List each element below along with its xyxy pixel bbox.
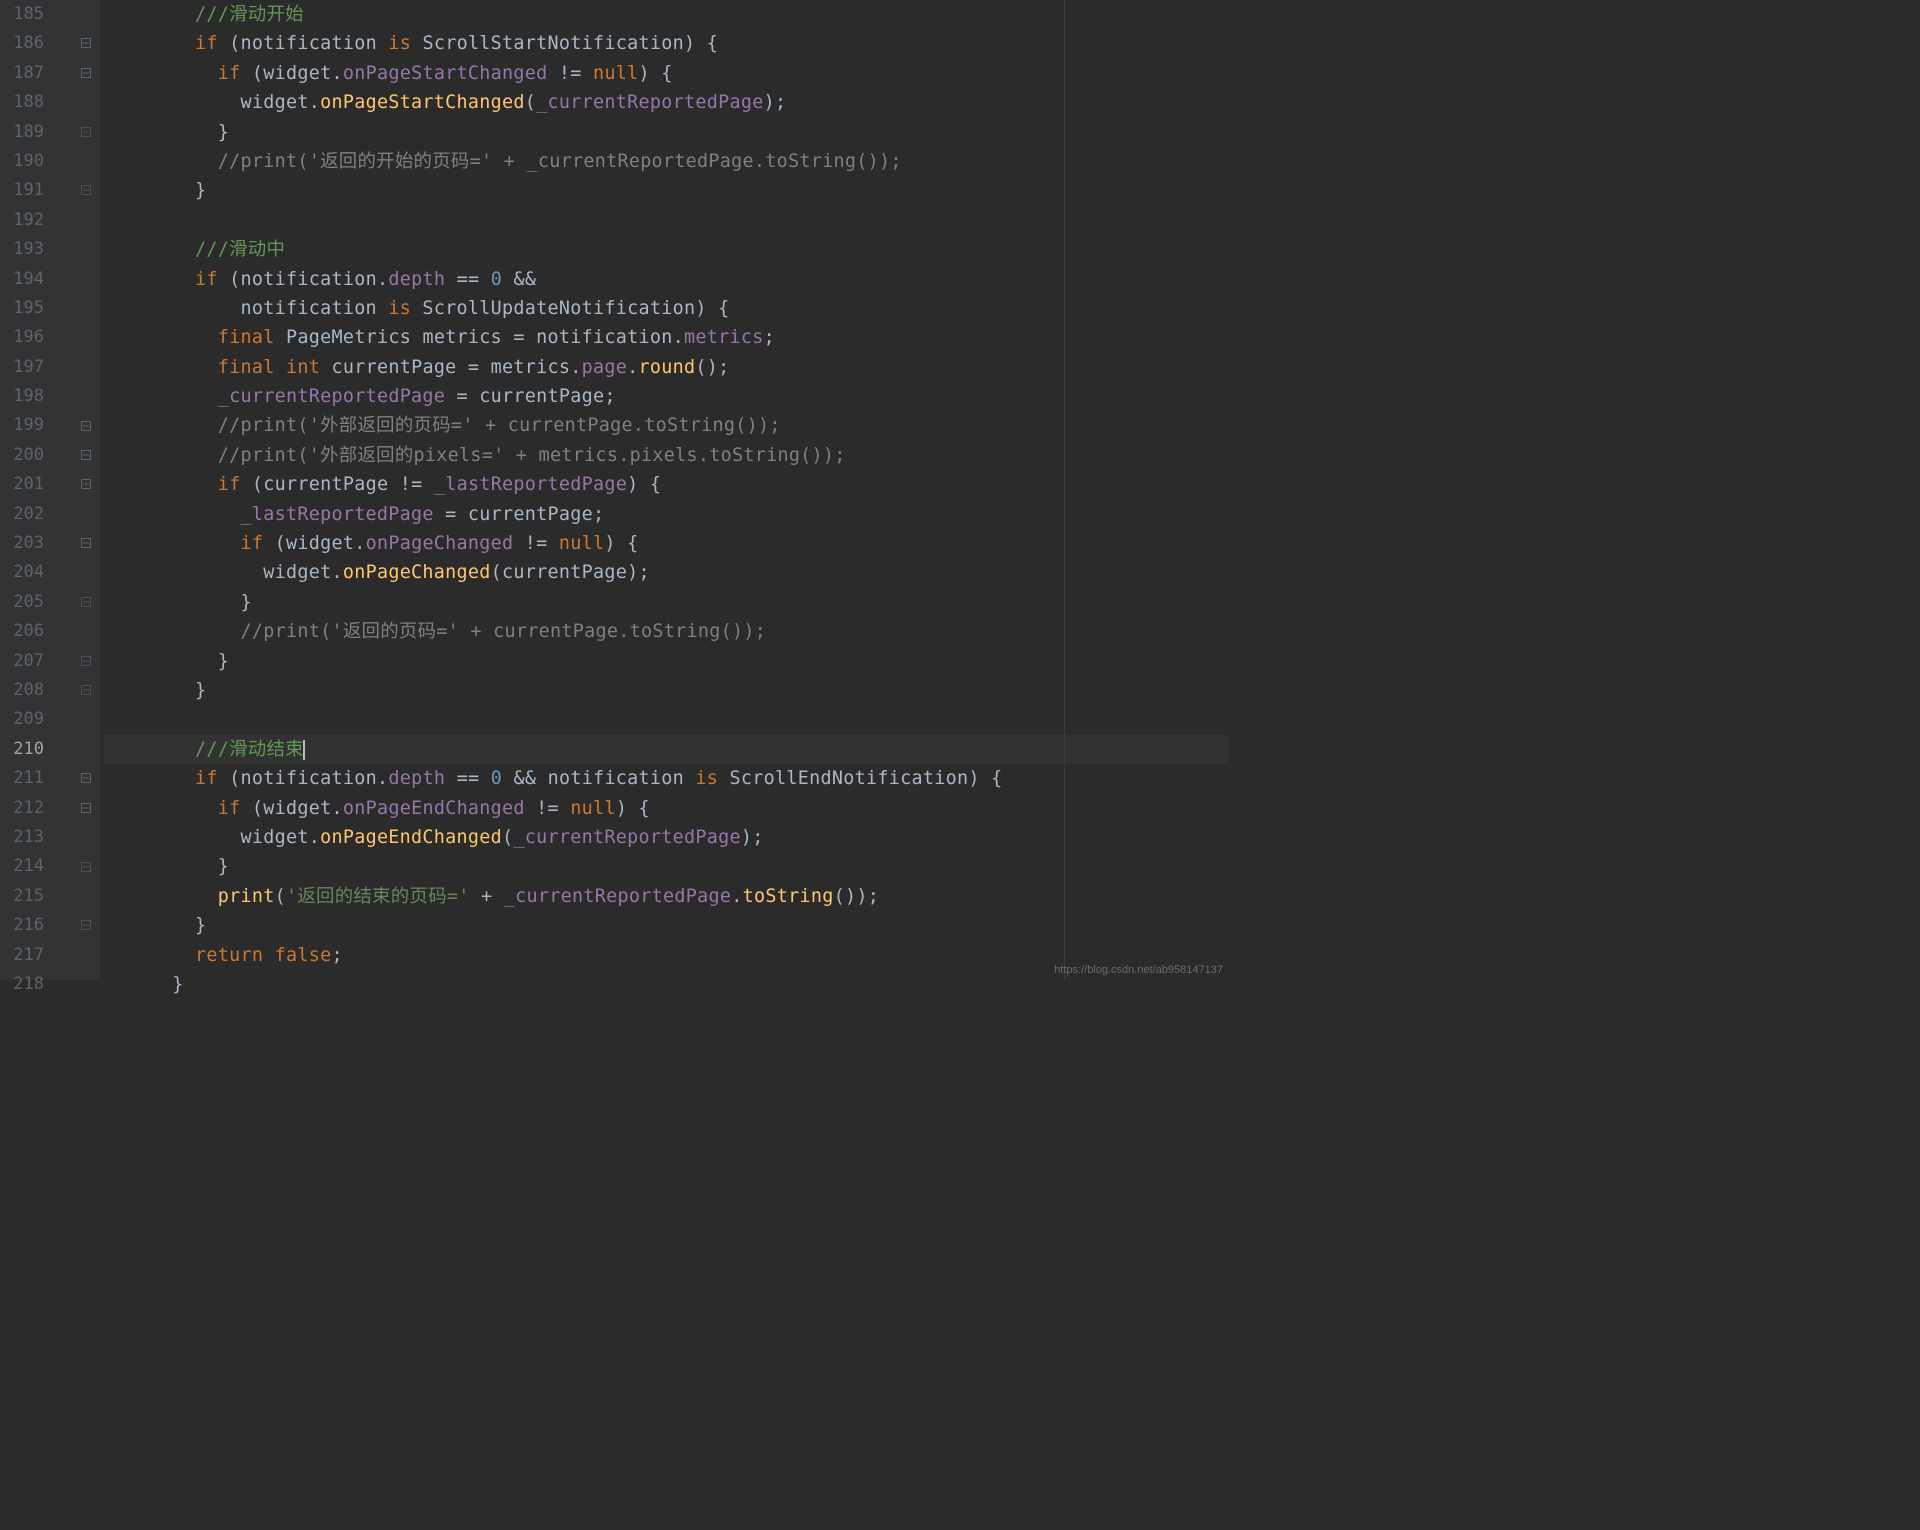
code-line[interactable]: if (currentPage != _lastReportedPage) { [104, 470, 1229, 499]
code-line[interactable]: ///滑动中 [104, 235, 1229, 264]
line-number: 210 [0, 735, 62, 764]
fold-collapse-icon[interactable] [80, 597, 92, 609]
line-number: 202 [0, 500, 62, 529]
fold-collapse-icon[interactable] [80, 685, 92, 697]
code-line[interactable]: if (widget.onPageStartChanged != null) { [104, 59, 1229, 88]
fold-expand-icon[interactable] [80, 803, 92, 815]
fold-expand-icon[interactable] [80, 38, 92, 50]
watermark: https://blog.csdn.net/ab958147137 [1054, 964, 1223, 976]
fold-collapse-icon[interactable] [80, 920, 92, 932]
line-number: 194 [0, 265, 62, 294]
line-number: 197 [0, 353, 62, 382]
code-line[interactable]: _lastReportedPage = currentPage; [104, 500, 1229, 529]
code-line[interactable]: print('返回的结束的页码=' + _currentReportedPage… [104, 882, 1229, 911]
fold-gutter[interactable] [62, 0, 100, 980]
line-number: 211 [0, 764, 62, 793]
line-number: 218 [0, 970, 62, 999]
line-number: 191 [0, 176, 62, 205]
code-line[interactable]: _currentReportedPage = currentPage; [104, 382, 1229, 411]
line-number: 201 [0, 470, 62, 499]
code-line[interactable] [104, 206, 1229, 235]
code-line[interactable]: ///滑动结束 [104, 735, 1229, 764]
line-number: 206 [0, 617, 62, 646]
code-line[interactable]: //print('返回的开始的页码=' + _currentReportedPa… [104, 147, 1229, 176]
line-number: 207 [0, 647, 62, 676]
fold-expand-icon[interactable] [80, 421, 92, 433]
line-number: 193 [0, 235, 62, 264]
fold-expand-icon[interactable] [80, 450, 92, 462]
line-number: 186 [0, 29, 62, 58]
code-line[interactable]: widget.onPageEndChanged(_currentReported… [104, 823, 1229, 852]
code-line[interactable]: if (widget.onPageChanged != null) { [104, 529, 1229, 558]
line-number: 188 [0, 88, 62, 117]
code-line[interactable]: } [104, 647, 1229, 676]
fold-expand-icon[interactable] [80, 68, 92, 80]
code-line[interactable]: if (notification.depth == 0 && notificat… [104, 764, 1229, 793]
line-number: 195 [0, 294, 62, 323]
code-line[interactable]: final int currentPage = metrics.page.rou… [104, 353, 1229, 382]
code-line[interactable]: } [104, 676, 1229, 705]
line-number: 217 [0, 941, 62, 970]
code-line[interactable]: final PageMetrics metrics = notification… [104, 323, 1229, 352]
code-line[interactable]: widget.onPageStartChanged(_currentReport… [104, 88, 1229, 117]
code-line[interactable]: } [104, 176, 1229, 205]
code-line[interactable] [104, 705, 1229, 734]
fold-collapse-icon[interactable] [80, 862, 92, 874]
code-line[interactable]: } [104, 118, 1229, 147]
fold-expand-icon[interactable] [80, 479, 92, 491]
fold-expand-icon[interactable] [80, 538, 92, 550]
code-line[interactable]: ///滑动开始 [104, 0, 1229, 29]
code-line[interactable]: } [104, 911, 1229, 940]
code-line[interactable]: if (widget.onPageEndChanged != null) { [104, 794, 1229, 823]
code-line[interactable]: //print('外部返回的pixels=' + metrics.pixels.… [104, 441, 1229, 470]
code-line[interactable]: notification is ScrollUpdateNotification… [104, 294, 1229, 323]
right-margin-line [1064, 0, 1065, 980]
line-number: 198 [0, 382, 62, 411]
line-number: 205 [0, 588, 62, 617]
line-number: 185 [0, 0, 62, 29]
code-line[interactable]: } [104, 852, 1229, 881]
line-number: 187 [0, 59, 62, 88]
fold-collapse-icon[interactable] [80, 656, 92, 668]
code-line[interactable]: //print('外部返回的页码=' + currentPage.toStrin… [104, 411, 1229, 440]
code-line[interactable]: } [104, 588, 1229, 617]
line-number: 190 [0, 147, 62, 176]
line-number: 208 [0, 676, 62, 705]
line-number: 212 [0, 794, 62, 823]
line-number: 216 [0, 911, 62, 940]
line-number: 215 [0, 882, 62, 911]
fold-expand-icon[interactable] [80, 773, 92, 785]
line-number: 192 [0, 206, 62, 235]
fold-collapse-icon[interactable] [80, 127, 92, 139]
line-number: 213 [0, 823, 62, 852]
line-number: 200 [0, 441, 62, 470]
code-line[interactable]: //print('返回的页码=' + currentPage.toString(… [104, 617, 1229, 646]
code-area[interactable]: ///滑动开始 if (notification is ScrollStartN… [100, 0, 1229, 980]
line-number: 203 [0, 529, 62, 558]
line-number: 199 [0, 411, 62, 440]
line-number: 196 [0, 323, 62, 352]
code-editor[interactable]: 1851861871881891901911921931941951961971… [0, 0, 1229, 980]
line-number: 189 [0, 118, 62, 147]
code-line[interactable]: widget.onPageChanged(currentPage); [104, 558, 1229, 587]
line-number: 209 [0, 705, 62, 734]
fold-collapse-icon[interactable] [80, 185, 92, 197]
code-line[interactable]: if (notification is ScrollStartNotificat… [104, 29, 1229, 58]
line-number-gutter: 1851861871881891901911921931941951961971… [0, 0, 62, 980]
code-line[interactable]: if (notification.depth == 0 && [104, 265, 1229, 294]
text-cursor [303, 740, 305, 760]
line-number: 204 [0, 558, 62, 587]
line-number: 214 [0, 852, 62, 881]
